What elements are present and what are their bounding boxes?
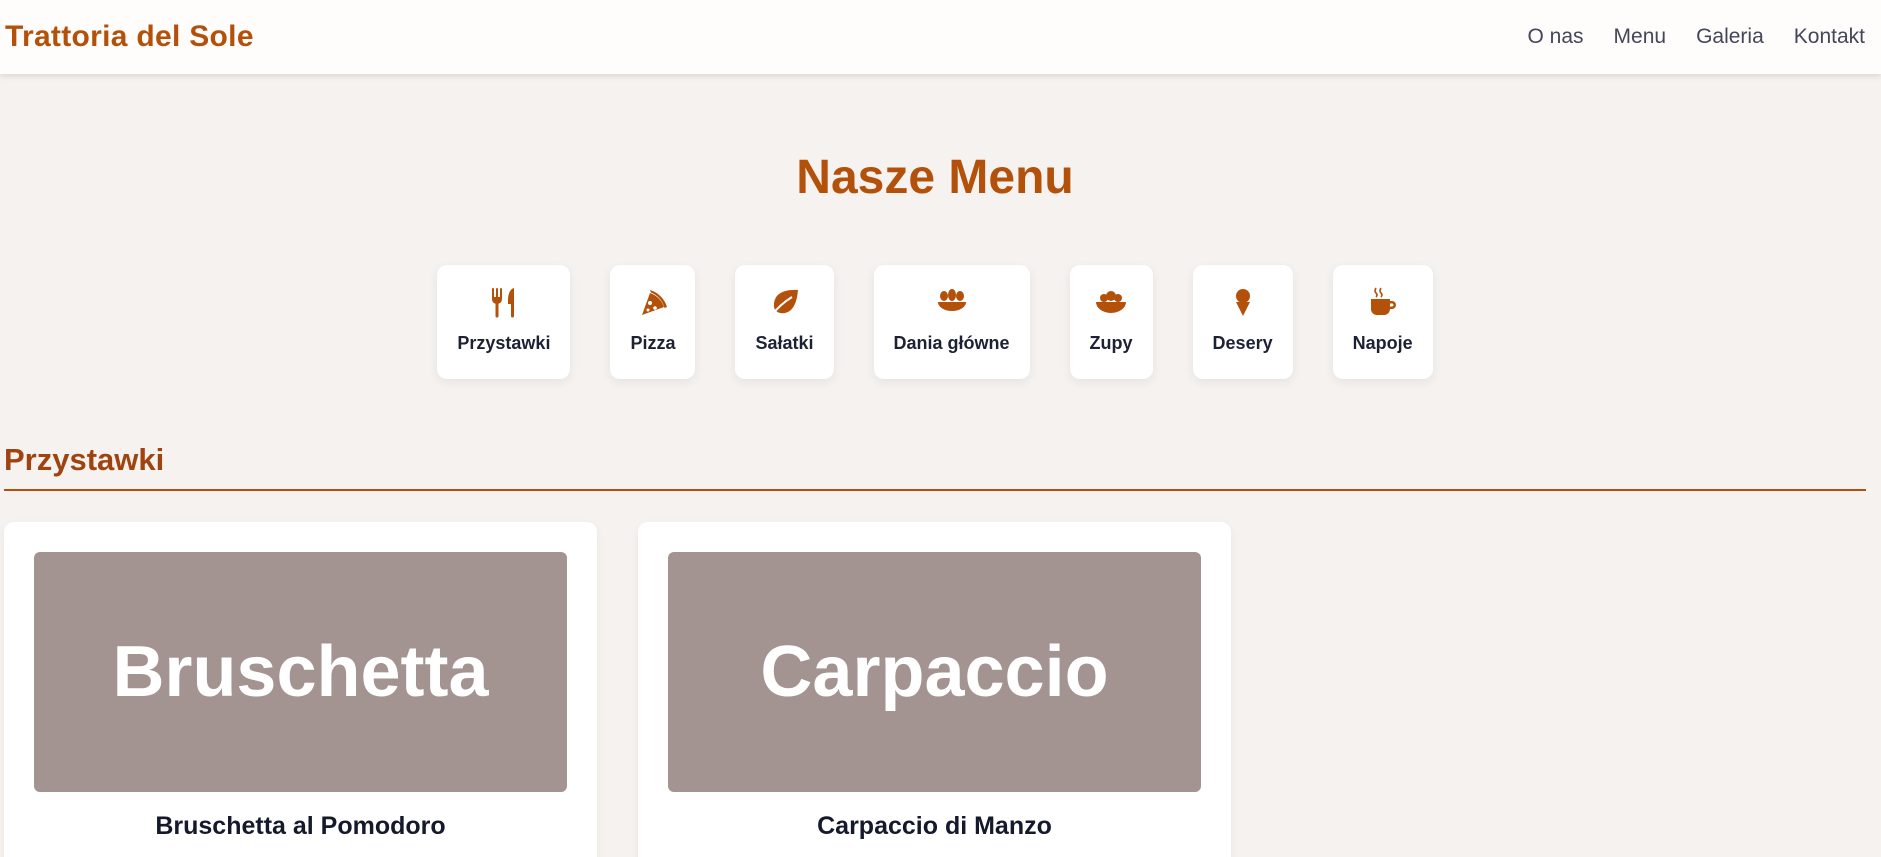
main-nav: O nas Menu Galeria Kontakt: [1528, 25, 1865, 49]
category-label: Desery: [1212, 333, 1273, 353]
nav-link-gallery[interactable]: Galeria: [1696, 25, 1764, 49]
menu-item-card[interactable]: Bruschetta Bruschetta al Pomodoro: [4, 522, 597, 857]
site-header: Trattoria del Sole O nas Menu Galeria Ko…: [0, 0, 1881, 74]
nav-link-contact[interactable]: Kontakt: [1794, 25, 1865, 49]
nav-link-about[interactable]: O nas: [1528, 25, 1584, 49]
utensils-icon: [487, 285, 521, 319]
pizza-slice-icon: [636, 285, 670, 319]
menu-item-name: Carpaccio di Manzo: [817, 812, 1052, 840]
coffee-cup-icon: [1366, 285, 1400, 319]
menu-item-image: Bruschetta: [34, 552, 567, 792]
category-pizza[interactable]: Pizza: [610, 265, 696, 379]
nav-link-menu[interactable]: Menu: [1614, 25, 1667, 49]
section-title: Przystawki: [4, 442, 165, 477]
section-divider: [4, 489, 1866, 491]
ice-cream-icon: [1226, 285, 1260, 319]
page-title: Nasze Menu: [796, 151, 1074, 204]
category-filter: Przystawki Pizza Sałatki Dania główne Zu…: [0, 265, 1870, 379]
category-przystawki[interactable]: Przystawki: [437, 265, 571, 379]
category-dania-glowne[interactable]: Dania główne: [873, 265, 1030, 379]
category-label: Dania główne: [893, 333, 1010, 353]
bread-icon: [935, 285, 969, 319]
category-napoje[interactable]: Napoje: [1332, 265, 1433, 379]
menu-item-name: Bruschetta al Pomodoro: [155, 812, 446, 840]
category-desery[interactable]: Desery: [1192, 265, 1293, 379]
category-label: Przystawki: [457, 333, 551, 353]
category-label: Sałatki: [755, 333, 814, 353]
menu-item-card[interactable]: Carpaccio Carpaccio di Manzo: [638, 522, 1231, 857]
category-label: Pizza: [630, 333, 676, 353]
category-label: Zupy: [1089, 333, 1133, 353]
category-zupy[interactable]: Zupy: [1069, 265, 1153, 379]
leaf-icon: [768, 285, 802, 319]
category-label: Napoje: [1352, 333, 1413, 353]
category-salatki[interactable]: Sałatki: [735, 265, 834, 379]
bowl-icon: [1094, 285, 1128, 319]
brand-logo[interactable]: Trattoria del Sole: [5, 20, 254, 54]
menu-item-image: Carpaccio: [668, 552, 1201, 792]
